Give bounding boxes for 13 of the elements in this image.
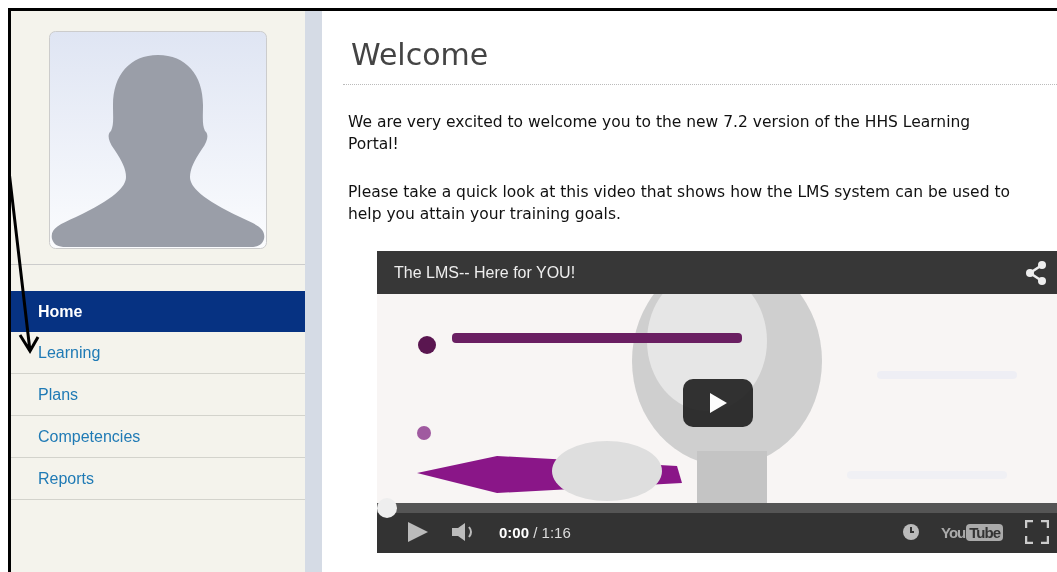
video-title: The LMS-- Here for YOU! — [394, 263, 576, 282]
play-icon[interactable] — [708, 392, 728, 414]
share-icon[interactable] — [1025, 260, 1047, 285]
nav-link[interactable]: Home — [11, 291, 305, 332]
page-title: Welcome — [343, 37, 1057, 85]
play-button[interactable] — [683, 379, 753, 427]
play-icon[interactable] — [407, 521, 429, 543]
time-display: 0:00 / 1:16 — [499, 523, 571, 541]
progress-thumb[interactable] — [377, 498, 397, 518]
clock-icon[interactable] — [903, 524, 920, 540]
paragraph: We are very excited to welcome you to the new 7.2 version of the HHS Learning Portal! — [348, 112, 972, 155]
paragraph: Please take a quick look at this video that shows how the LMS system can be used to help you attain your training goals. — [348, 182, 1011, 225]
fullscreen-icon[interactable] — [1025, 520, 1049, 544]
